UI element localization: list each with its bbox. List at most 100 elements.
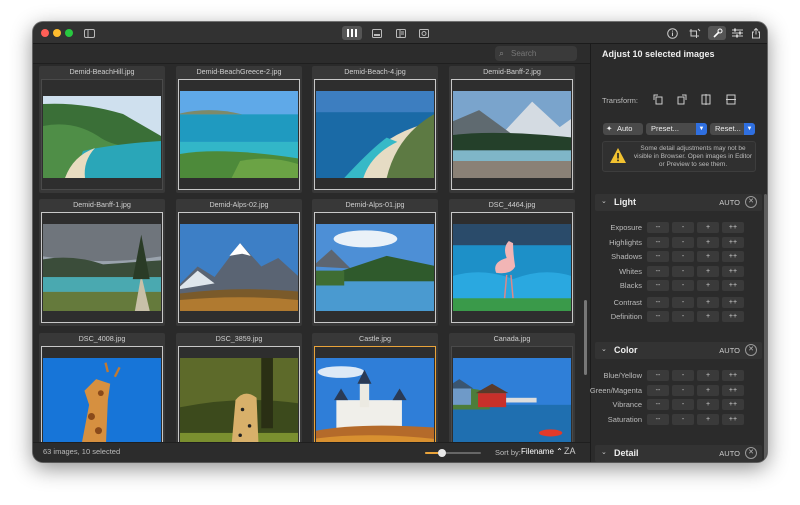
chevron-down-icon[interactable]: ⌄ xyxy=(601,448,607,456)
sort-select[interactable]: Filename ⌃ xyxy=(521,447,563,456)
grid-view-icon[interactable] xyxy=(342,26,362,40)
adjust-label: Blue/Yellow xyxy=(603,371,643,380)
adjust-icon[interactable] xyxy=(708,26,726,40)
step-button[interactable]: + xyxy=(697,384,719,396)
slider-knob[interactable] xyxy=(437,449,446,457)
transform-icon[interactable] xyxy=(688,26,702,40)
close-icon[interactable]: ✕ xyxy=(745,344,757,356)
thumbnail-size-slider[interactable] xyxy=(425,449,481,457)
step-button[interactable]: -- xyxy=(647,311,669,322)
step-button[interactable]: -- xyxy=(647,384,669,396)
step-button[interactable]: - xyxy=(672,399,694,410)
step-button[interactable]: -- xyxy=(647,265,669,277)
step-button[interactable]: ++ xyxy=(722,413,744,425)
step-button[interactable]: ++ xyxy=(722,296,744,308)
step-button[interactable]: -- xyxy=(647,370,669,381)
step-button[interactable]: ++ xyxy=(722,384,744,396)
chevron-down-icon[interactable]: ⌄ xyxy=(601,197,607,205)
thumbnail-cell[interactable]: Demid-Alps-01.jpg xyxy=(312,199,438,326)
step-button[interactable]: ++ xyxy=(722,236,744,248)
thumbnail-cell[interactable]: DSC_4008.jpg xyxy=(39,333,165,442)
step-button[interactable]: + xyxy=(697,280,719,291)
thumbnail-filename: Demid-Beach-4.jpg xyxy=(344,67,406,76)
step-button[interactable]: ++ xyxy=(722,399,744,410)
step-button[interactable]: - xyxy=(672,222,694,233)
step-button[interactable]: -- xyxy=(647,222,669,233)
share-icon[interactable] xyxy=(749,26,763,40)
thumbnail-cell[interactable]: Demid-Beach-4.jpg xyxy=(312,66,438,193)
chevron-down-icon[interactable]: ⌄ xyxy=(601,345,607,353)
step-button[interactable]: + xyxy=(697,311,719,322)
step-button[interactable]: -- xyxy=(647,399,669,410)
rotate-left-icon[interactable] xyxy=(651,94,665,106)
step-button[interactable]: + xyxy=(697,222,719,233)
step-button[interactable]: - xyxy=(672,280,694,291)
step-button[interactable]: - xyxy=(672,384,694,396)
thumbnail-cell[interactable]: DSC_4464.jpg xyxy=(449,199,575,326)
search-input[interactable]: ⌕ Search xyxy=(495,46,577,61)
close-icon[interactable]: ✕ xyxy=(745,196,757,208)
flip-vertical-icon[interactable] xyxy=(724,94,738,106)
info-icon[interactable] xyxy=(665,26,679,40)
close-button[interactable] xyxy=(41,29,49,37)
step-button[interactable]: ++ xyxy=(722,222,744,233)
section-auto-button[interactable]: AUTO xyxy=(719,198,740,207)
step-button[interactable]: + xyxy=(697,296,719,308)
sliders-icon[interactable] xyxy=(730,26,744,40)
thumbnail-cell[interactable]: Castle.jpg xyxy=(312,333,438,442)
step-button[interactable]: ++ xyxy=(722,280,744,291)
section-auto-button[interactable]: AUTO xyxy=(719,449,740,458)
thumbnail-cell[interactable]: Demid-Alps-02.jpg xyxy=(176,199,302,326)
reset-dropdown[interactable]: Reset... ▼ xyxy=(710,123,755,135)
thumbnail-cell[interactable]: Demid-Banff-1.jpg xyxy=(39,199,165,326)
step-button[interactable]: + xyxy=(697,413,719,425)
browser-view-icon[interactable] xyxy=(369,26,385,40)
section-auto-button[interactable]: AUTO xyxy=(719,346,740,355)
step-button[interactable]: -- xyxy=(647,280,669,291)
split-view-icon[interactable] xyxy=(393,26,409,40)
step-button[interactable]: ++ xyxy=(722,311,744,322)
section-color[interactable]: ⌄ Color AUTO ✕ xyxy=(595,342,762,359)
step-button[interactable]: ++ xyxy=(722,251,744,262)
step-button[interactable]: - xyxy=(672,370,694,381)
step-button[interactable]: + xyxy=(697,399,719,410)
step-button[interactable]: -- xyxy=(647,413,669,425)
single-view-icon[interactable] xyxy=(416,26,432,40)
step-button[interactable]: - xyxy=(672,413,694,425)
auto-button[interactable]: ✦ Auto xyxy=(603,123,643,135)
section-light[interactable]: ⌄ Light AUTO ✕ xyxy=(595,194,762,211)
step-button[interactable]: - xyxy=(672,311,694,322)
panel-scrollbar[interactable] xyxy=(764,194,767,462)
flip-horizontal-icon[interactable] xyxy=(699,94,713,106)
step-button[interactable]: ++ xyxy=(722,370,744,381)
step-button[interactable]: + xyxy=(697,251,719,262)
step-button[interactable]: - xyxy=(672,236,694,248)
thumbnail-cell[interactable]: DSC_3859.jpg xyxy=(176,333,302,442)
rotate-right-icon[interactable] xyxy=(675,94,689,106)
adjust-label: Whites xyxy=(619,266,642,276)
close-icon[interactable]: ✕ xyxy=(745,447,757,459)
thumbnail-cell[interactable]: Canada.jpg xyxy=(449,333,575,442)
step-button[interactable]: - xyxy=(672,265,694,277)
step-button[interactable]: + xyxy=(697,265,719,277)
sidebar-toggle-icon[interactable] xyxy=(82,26,96,40)
thumbnail-cell[interactable]: Demid-BeachHill.jpg xyxy=(39,66,165,193)
step-button[interactable]: - xyxy=(672,251,694,262)
step-button[interactable]: -- xyxy=(647,236,669,248)
step-button[interactable]: -- xyxy=(647,251,669,262)
step-button[interactable]: -- xyxy=(647,296,669,308)
zoom-button[interactable] xyxy=(65,29,73,37)
section-detail[interactable]: ⌄ Detail AUTO ✕ xyxy=(595,445,762,462)
step-button[interactable]: - xyxy=(672,296,694,308)
minimize-button[interactable] xyxy=(53,29,61,37)
thumbnail-cell[interactable]: Demid-BeachGreece-2.jpg xyxy=(176,66,302,193)
sort-order-icon[interactable]: ZA xyxy=(564,446,576,456)
preset-dropdown[interactable]: Preset... ▼ xyxy=(646,123,707,135)
grid-scrollbar[interactable] xyxy=(584,300,587,375)
step-button[interactable]: + xyxy=(697,236,719,248)
step-button[interactable]: + xyxy=(697,370,719,381)
step-button[interactable]: ++ xyxy=(722,265,744,277)
adjust-row: Whites -- - + ++ xyxy=(591,265,767,278)
thumbnail-cell[interactable]: Demid-Banff-2.jpg xyxy=(449,66,575,193)
section-title: Color xyxy=(614,345,638,355)
